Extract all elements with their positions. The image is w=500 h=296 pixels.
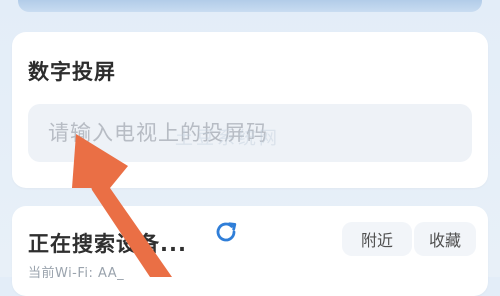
top-banner [18,0,482,12]
device-search-card: 正在搜索设备... 附近 收藏 当前Wi-Fi: AA_ [12,206,488,296]
digital-cast-title: 数字投屏 [28,60,116,84]
refresh-icon[interactable] [214,220,238,244]
searching-devices-title: 正在搜索设备... [28,232,187,256]
tab-nearby[interactable]: 附近 [342,222,412,256]
tab-favorites[interactable]: 收藏 [414,222,476,256]
digital-cast-card: 数字投屏 [12,32,488,188]
cast-code-input[interactable] [28,104,472,162]
current-wifi-label: 当前Wi-Fi: AA_ [28,266,125,281]
